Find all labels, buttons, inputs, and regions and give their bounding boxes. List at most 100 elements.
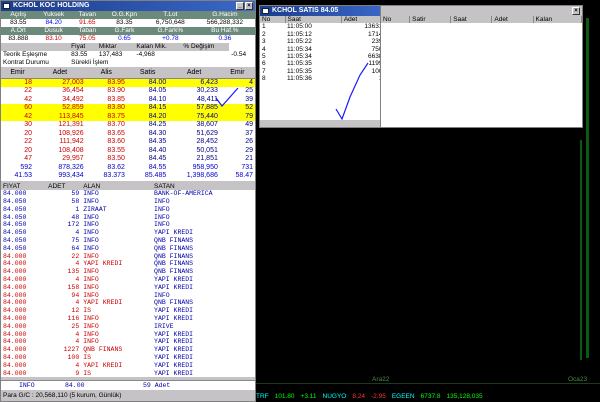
- trade-row[interactable]: 84.000 59 INFO BANK-OF-AMERICA: [1, 190, 255, 198]
- trade-row[interactable]: 84.000 9 IS YAPI KREDI: [1, 370, 255, 378]
- trade-cell: 84.000: [3, 330, 27, 338]
- depth-row[interactable]: 42 113,845 83.75 84.20 75,440 79: [1, 112, 255, 121]
- trade-header: FIYAT: [1, 182, 47, 191]
- stats-value: 566,288,332: [194, 19, 255, 27]
- trade-cell: 84.000: [3, 346, 27, 354]
- trade-list[interactable]: FIYAT ADET ALAN SATAN 84.000 59 INFO BANK-OF-AM…: [1, 182, 255, 378]
- depth-cell: 22: [24, 87, 33, 94]
- stats-header: Yuksek: [35, 11, 72, 19]
- depth-row[interactable]: 30 121,391 83.70 84.25 38,607 49: [1, 121, 255, 130]
- trade-cell: INFO: [83, 283, 99, 291]
- ticker-val: 101.80: [274, 393, 295, 400]
- trade-row[interactable]: 84.050 48 INFO INFO: [1, 214, 255, 222]
- sell-cell: 7: [262, 67, 266, 75]
- sell-row[interactable]: 1 11:05:00 13631: [260, 23, 385, 30]
- buy-window-titlebar[interactable]: ×: [381, 6, 582, 16]
- buy-header: Saat: [450, 16, 493, 24]
- trade-cell: INFO: [83, 198, 99, 206]
- sell-row[interactable]: 3 11:05:22 239: [260, 38, 385, 45]
- sell-row[interactable]: 5 11:05:34 6638: [260, 53, 385, 60]
- trade-cell: INFO: [83, 338, 99, 346]
- depth-row[interactable]: 41.53 993,434 83.373 85.485 1,398,686 58.47: [1, 172, 255, 181]
- teo-header: [1, 43, 70, 51]
- trade-row[interactable]: 84.000 12 IS YAPI KREDI: [1, 307, 255, 315]
- depth-cell: 83.55: [107, 146, 125, 154]
- trade-cell: 116: [67, 315, 80, 323]
- depth-cell: 60: [1, 104, 35, 113]
- sell-cell: 1714: [368, 30, 383, 38]
- buy-header: Satir: [409, 16, 452, 24]
- buy-orders-empty-area: [381, 23, 582, 128]
- trade-row[interactable]: 84.050 75 INFO QNB FINANS: [1, 237, 255, 245]
- trade-row[interactable]: 84.050 64 INFO QNB FINANS: [1, 245, 255, 253]
- trade-row[interactable]: 84.000 1227 QNB FINANS YAPI KREDI: [1, 346, 255, 354]
- trade-row[interactable]: 84.000 25 INFO IRIVE: [1, 323, 255, 331]
- depth-row[interactable]: 20 108,926 83.65 84.30 51,629 37: [1, 130, 255, 139]
- trade-cell: BANK-OF-AMERICA: [154, 190, 213, 198]
- trade-row[interactable]: 84.000 4 INFO YAPI KREDI: [1, 276, 255, 284]
- trade-cell: 4: [75, 260, 80, 268]
- depth-cell: 42: [1, 112, 35, 121]
- trade-header: ADET: [46, 182, 82, 191]
- teo-value: Teorik Eşleşme: [3, 51, 48, 58]
- buy-orders-table[interactable]: No Satir Saat Adet Kalan: [381, 16, 583, 24]
- teo-header: % Değişim: [181, 43, 230, 51]
- depth-cell: 83.80: [85, 104, 127, 113]
- trade-row[interactable]: 84.000 4 YAPI KREDI YAPI KREDI: [1, 362, 255, 370]
- trade-row[interactable]: 84.050 1 ZIRAAT INFO: [1, 206, 255, 214]
- stats-header: A.Ort: [1, 27, 36, 35]
- ticker-sym: TRF: [256, 393, 269, 400]
- depth-cell: 84.40: [148, 146, 167, 154]
- stock-window[interactable]: KCHOL KOC HOLDING _ × Açılış Yuksek Tavan O…: [0, 0, 256, 402]
- trade-cell: YAPI KREDI: [154, 330, 194, 338]
- trade-cell: INFO: [83, 213, 99, 221]
- sell-cell: 8: [262, 75, 266, 83]
- sell-window-titlebar[interactable]: KCHOL SATIS 84.05: [260, 6, 385, 16]
- depth-row[interactable]: 47 29,957 83.50 84.45 21,851 21: [1, 155, 255, 164]
- trade-row[interactable]: 84.000 116 INFO YAPI KREDI: [1, 315, 255, 323]
- trade-row[interactable]: 84.000 4 YAPI KREDI QNB FINANS: [1, 299, 255, 307]
- trade-cell: 59: [71, 190, 80, 198]
- teo-value: [181, 51, 229, 59]
- depth-row[interactable]: 592 878,326 83.62 84.55 958,950 731: [1, 164, 255, 173]
- sell-row[interactable]: 4 11:05:34 750: [260, 46, 385, 53]
- ticker-chg: +3.11: [300, 393, 317, 400]
- trade-cell: INFO: [83, 322, 99, 330]
- depth-row[interactable]: 22 111,942 83.60 84.35 28,452 26: [1, 138, 255, 147]
- buy-header: No: [381, 16, 411, 24]
- trade-row[interactable]: 84.000 4 INFO YAPI KREDI: [1, 331, 255, 339]
- trade-row[interactable]: 84.000 4 INFO YAPI KREDI: [1, 338, 255, 346]
- trade-cell: INFO: [83, 229, 99, 237]
- trade-row[interactable]: 84.050 172 INFO INFO: [1, 221, 255, 229]
- depth-cell: 37: [245, 129, 253, 137]
- stats-header: Bu Haf.%: [194, 27, 255, 35]
- trade-row[interactable]: 84.000 4 YAPI KREDI QNB FINANS: [1, 260, 255, 268]
- depth-cell: 121,391: [58, 121, 84, 128]
- sell-cell: 2: [262, 30, 266, 38]
- sell-row[interactable]: 2 11:05:12 1714: [260, 31, 385, 38]
- trade-cell: 84.000: [3, 315, 27, 323]
- trade-row[interactable]: 84.000 100 IS YAPI KREDI: [1, 354, 255, 362]
- close-button[interactable]: ×: [572, 7, 580, 15]
- trade-cell: 94: [71, 291, 80, 299]
- sell-orders-window[interactable]: KCHOL SATIS 84.05 No Saat Adet 1 11:05:00 136…: [259, 5, 386, 128]
- trade-row[interactable]: 84.050 58 INFO INFO: [1, 198, 255, 206]
- stats-value: 91.65: [71, 19, 103, 27]
- depth-cell: 29: [245, 146, 253, 154]
- trade-row[interactable]: 84.000 158 INFO YAPI KREDI: [1, 284, 255, 292]
- depth-cell: 30: [24, 121, 33, 128]
- trade-cell: IS: [83, 354, 92, 362]
- minimize-button[interactable]: _: [236, 2, 244, 10]
- trade-row[interactable]: 84.000 135 INFO QNB FINANS: [1, 268, 255, 276]
- depth-cell: 36,454: [62, 87, 84, 94]
- trade-row[interactable]: 84.000 22 INFO QNB FINANS: [1, 253, 255, 261]
- stock-window-titlebar[interactable]: KCHOL KOC HOLDING _ ×: [1, 1, 255, 11]
- buy-orders-window[interactable]: × No Satir Saat Adet Kalan: [380, 5, 583, 128]
- trade-cell: INFO: [83, 315, 99, 323]
- close-button[interactable]: ×: [245, 2, 253, 10]
- trade-row[interactable]: 84.050 4 INFO YAPI KREDI: [1, 229, 255, 237]
- trade-cell: 9: [75, 369, 80, 377]
- trade-row[interactable]: 84.000 94 INFO INFO: [1, 292, 255, 300]
- depth-row[interactable]: 20 108,408 83.55 84.40 50,051 29: [1, 147, 255, 156]
- kontrat-value: Sürekli İşlem: [71, 59, 109, 66]
